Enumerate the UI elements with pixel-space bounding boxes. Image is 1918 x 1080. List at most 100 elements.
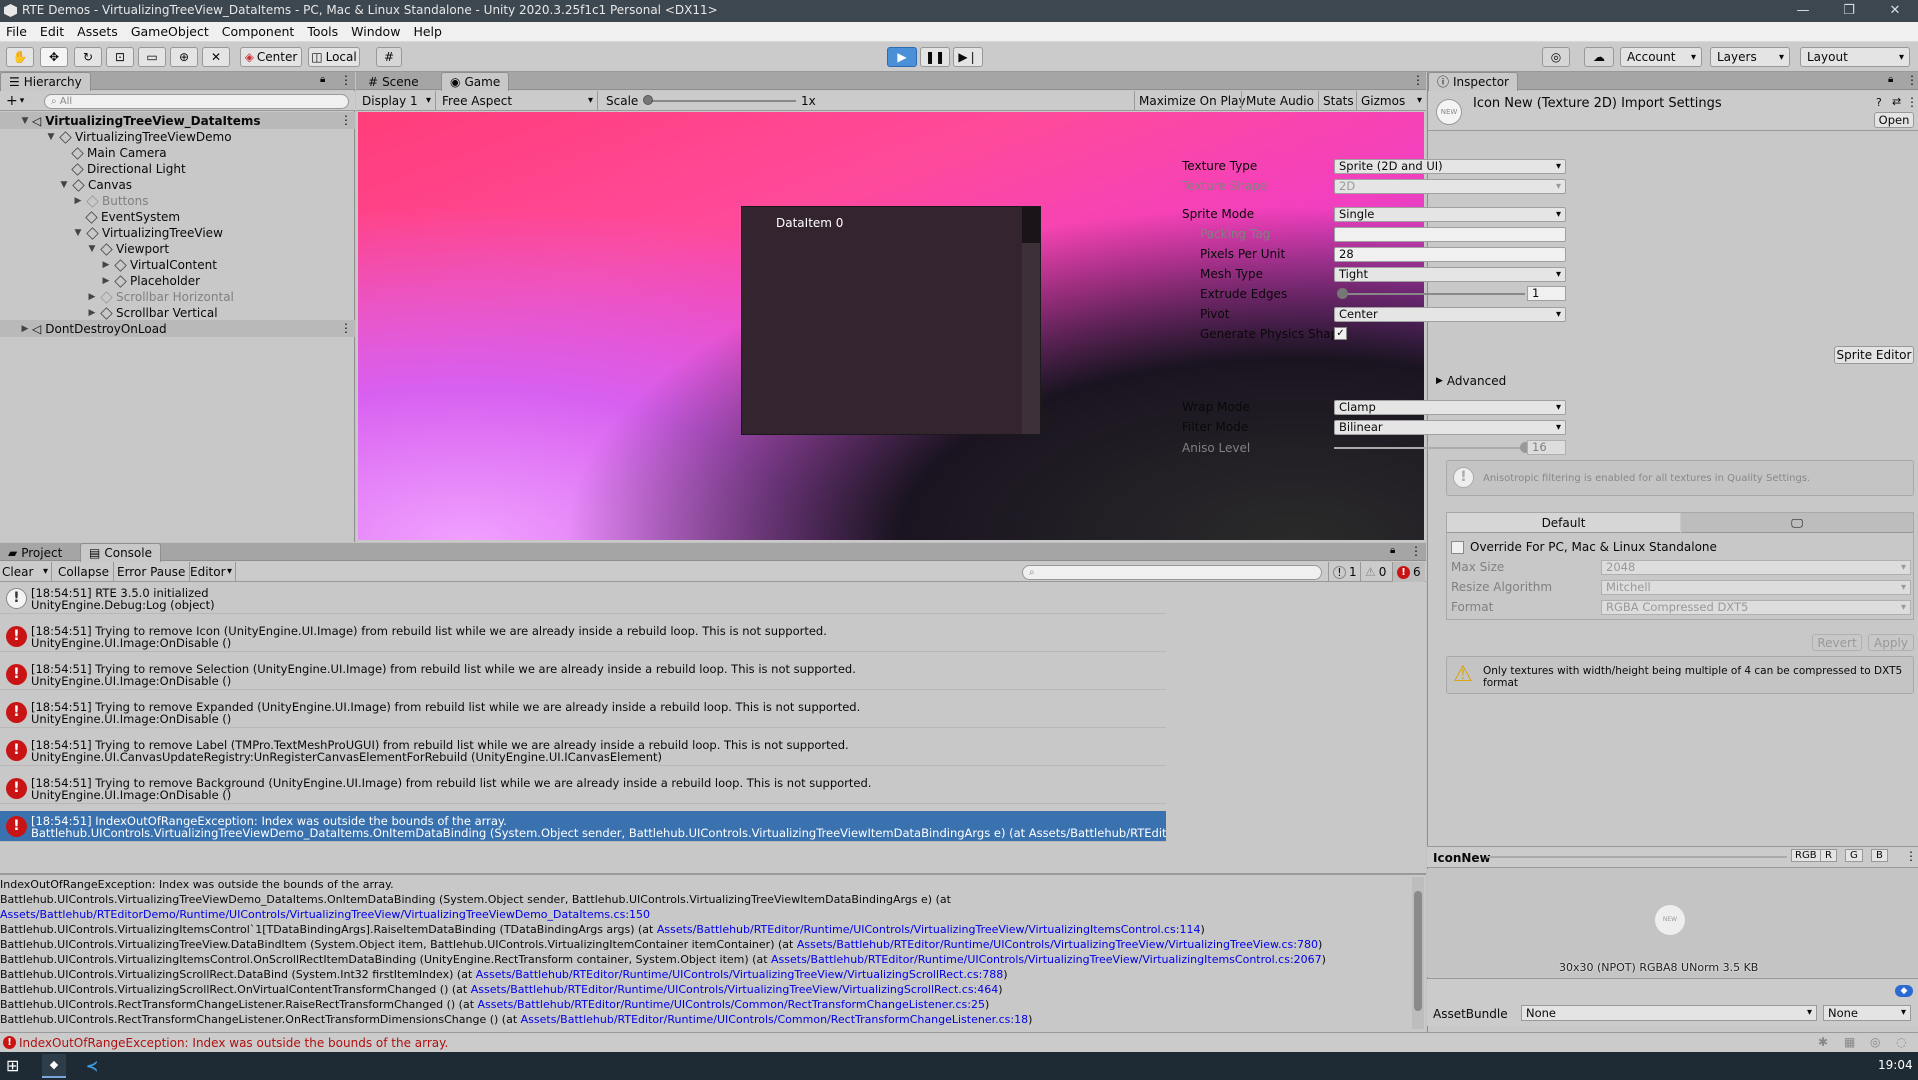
- advanced-foldout[interactable]: ▶ Advanced: [1436, 374, 1506, 388]
- rotate-tool-icon[interactable]: ↻: [74, 47, 102, 67]
- data-item-label[interactable]: DataItem 0: [776, 216, 843, 230]
- channel-g-button[interactable]: G: [1845, 849, 1863, 862]
- open-button[interactable]: Open: [1874, 112, 1914, 128]
- expand-arrow-icon[interactable]: ▶: [101, 257, 111, 273]
- pixels-per-unit-input[interactable]: 28: [1334, 246, 1566, 262]
- stack-link[interactable]: Assets/Battlehub/RTEditorDemo/Runtime/UI…: [0, 908, 650, 921]
- preset-icon[interactable]: ⇄: [1892, 95, 1901, 108]
- expand-arrow-icon[interactable]: ▶: [87, 289, 97, 305]
- console-search-input[interactable]: ⌕: [1022, 565, 1322, 580]
- sprite-editor-button[interactable]: Sprite Editor: [1834, 346, 1914, 364]
- warn-count-toggle[interactable]: ⚠ 0: [1360, 562, 1390, 582]
- stack-link[interactable]: Assets/Battlehub/RTEditor/Runtime/UICont…: [521, 1013, 1028, 1026]
- stack-link[interactable]: Assets/Battlehub/RTEditor/Runtime/UICont…: [476, 968, 1004, 981]
- panel-menu-icon[interactable]: ⋮: [1410, 544, 1422, 558]
- stack-link[interactable]: Assets/Battlehub/RTEditor/Runtime/UICont…: [797, 938, 1318, 951]
- menu-file[interactable]: File: [6, 22, 27, 42]
- collab-icon[interactable]: ◎: [1542, 47, 1570, 67]
- stack-link[interactable]: Assets/Battlehub/RTEditor/Runtime/UICont…: [471, 983, 999, 996]
- stack-link[interactable]: Assets/Battlehub/RTEditor/Runtime/UICont…: [478, 998, 985, 1011]
- account-dropdown[interactable]: Account ▾: [1620, 47, 1702, 67]
- physics-shape-checkbox[interactable]: ✓: [1334, 327, 1347, 340]
- tree-item-virtualizingtreeview[interactable]: ▼ VirtualizingTreeView: [73, 225, 223, 241]
- scale-slider-thumb[interactable]: [643, 95, 653, 105]
- lock-icon[interactable]: 🔒︎: [1390, 545, 1395, 556]
- chevron-down-icon[interactable]: ▾: [20, 96, 25, 106]
- collapse-toggle[interactable]: Collapse: [54, 562, 114, 582]
- texture-shape-dropdown[interactable]: 2D: [1334, 178, 1566, 194]
- item-menu-icon[interactable]: ⋮: [340, 113, 352, 127]
- info-count-toggle[interactable]: ! 1: [1328, 562, 1361, 582]
- expand-arrow-icon[interactable]: ▶: [73, 193, 83, 209]
- tab-hierarchy[interactable]: ☰ Hierarchy: [0, 72, 91, 91]
- unity-taskbar-icon[interactable]: ◆: [42, 1054, 66, 1078]
- tree-item-scene-root[interactable]: ▼ ◁ VirtualizingTreeView_DataItems: [22, 113, 261, 129]
- grid-snap-icon[interactable]: #: [376, 47, 402, 67]
- mesh-type-dropdown[interactable]: Tight: [1334, 266, 1566, 282]
- menu-assets[interactable]: Assets: [77, 22, 118, 42]
- tab-inspector[interactable]: ⓘ Inspector: [1428, 72, 1518, 91]
- console-entry[interactable]: ! [18:54:51] Trying to remove Selection (…: [0, 659, 1166, 690]
- channel-r-button[interactable]: R: [1820, 849, 1837, 862]
- tree-scrollbar-handle[interactable]: [1022, 207, 1040, 243]
- sprite-mode-dropdown[interactable]: Single: [1334, 206, 1566, 222]
- close-button[interactable]: ✕: [1872, 0, 1918, 22]
- pause-button[interactable]: ❚❚: [920, 47, 950, 67]
- expand-arrow-icon[interactable]: ▶: [87, 305, 97, 321]
- tree-item-main-camera[interactable]: Main Camera: [71, 145, 167, 161]
- menu-component[interactable]: Component: [222, 22, 295, 42]
- mute-audio-toggle[interactable]: Mute Audio: [1241, 91, 1318, 111]
- console-entry[interactable]: ! [18:54:51] RTE 3.5.0 initialized UnityEn…: [0, 583, 1166, 614]
- stack-link[interactable]: Assets/Battlehub/RTEditor/Runtime/UICont…: [771, 953, 1322, 966]
- resize-algorithm-dropdown[interactable]: Mitchell: [1601, 580, 1911, 595]
- expand-arrow-icon[interactable]: ▼: [59, 177, 69, 193]
- transform-tool-icon[interactable]: ⊕: [170, 47, 198, 67]
- pivot-local-button[interactable]: ◫ Local: [308, 47, 360, 67]
- hand-tool-icon[interactable]: ✋: [6, 47, 34, 67]
- minimize-button[interactable]: —: [1780, 0, 1826, 22]
- maximize-on-play-toggle[interactable]: Maximize On Play: [1134, 91, 1250, 111]
- panel-menu-icon[interactable]: ⋮: [1412, 73, 1424, 87]
- expand-arrow-icon[interactable]: ▼: [73, 225, 83, 241]
- packing-tag-input[interactable]: [1334, 226, 1566, 242]
- add-icon[interactable]: +: [6, 93, 18, 109]
- bug-icon[interactable]: ✱: [1818, 1035, 1828, 1049]
- expand-arrow-icon[interactable]: ▼: [20, 113, 30, 129]
- error-pause-toggle[interactable]: Error Pause: [113, 562, 191, 582]
- tab-scene[interactable]: # Scene: [360, 72, 427, 91]
- console-entry-selected[interactable]: ! [18:54:51] IndexOutOfRangeException: In…: [0, 811, 1166, 842]
- collab-status-icon[interactable]: ◎: [1870, 1035, 1880, 1049]
- progress-icon[interactable]: ◌: [1896, 1035, 1906, 1049]
- extrude-slider-thumb[interactable]: [1337, 288, 1348, 299]
- channel-b-button[interactable]: B: [1871, 849, 1888, 862]
- scale-slider-track[interactable]: [646, 100, 796, 102]
- expand-arrow-icon[interactable]: ▼: [46, 129, 56, 145]
- tree-item-scrollbar-horizontal[interactable]: ▶ Scrollbar Horizontal: [87, 289, 234, 305]
- extrude-edges-input[interactable]: 1: [1527, 286, 1566, 301]
- status-message[interactable]: IndexOutOfRangeException: Index was outs…: [19, 1036, 448, 1050]
- max-size-dropdown[interactable]: 2048: [1601, 560, 1911, 575]
- clear-button[interactable]: Clear ▾: [0, 562, 52, 582]
- tree-item-eventsystem[interactable]: EventSystem: [85, 209, 180, 225]
- extrude-slider-track[interactable]: [1340, 293, 1525, 295]
- tag-icon[interactable]: ◆: [1895, 985, 1913, 997]
- console-entry[interactable]: ! [18:54:51] Trying to remove Label (TMPr…: [0, 735, 1166, 766]
- assetbundle-variant-dropdown[interactable]: None: [1823, 1005, 1911, 1021]
- console-entry[interactable]: ! [18:54:51] Trying to remove Expanded (U…: [0, 697, 1166, 728]
- tree-item-viewport[interactable]: ▼ Viewport: [87, 241, 170, 257]
- panel-menu-icon[interactable]: ⋮: [340, 73, 352, 87]
- display-dropdown[interactable]: Display 1 ▾: [356, 91, 436, 111]
- gizmos-dropdown[interactable]: Gizmos ▾: [1356, 91, 1426, 111]
- tree-item-virtualcontent[interactable]: ▶ VirtualContent: [101, 257, 217, 273]
- windows-start-icon[interactable]: ⊞: [6, 1056, 19, 1075]
- menu-tools[interactable]: Tools: [307, 22, 338, 42]
- lock-icon[interactable]: 🔒︎: [320, 74, 325, 85]
- stack-link[interactable]: Assets/Battlehub/RTEditor/Runtime/UICont…: [657, 923, 1201, 936]
- pivot-dropdown[interactable]: Center: [1334, 306, 1566, 322]
- tree-item-dontdestroyonload[interactable]: ▶ ◁ DontDestroyOnLoad: [22, 321, 167, 337]
- step-button[interactable]: ▶❘: [953, 47, 983, 67]
- play-button[interactable]: ▶: [887, 47, 917, 67]
- assetbundle-dropdown[interactable]: None: [1521, 1005, 1817, 1021]
- menu-edit[interactable]: Edit: [40, 22, 64, 42]
- console-entry[interactable]: ! [18:54:51] Trying to remove Background …: [0, 773, 1166, 804]
